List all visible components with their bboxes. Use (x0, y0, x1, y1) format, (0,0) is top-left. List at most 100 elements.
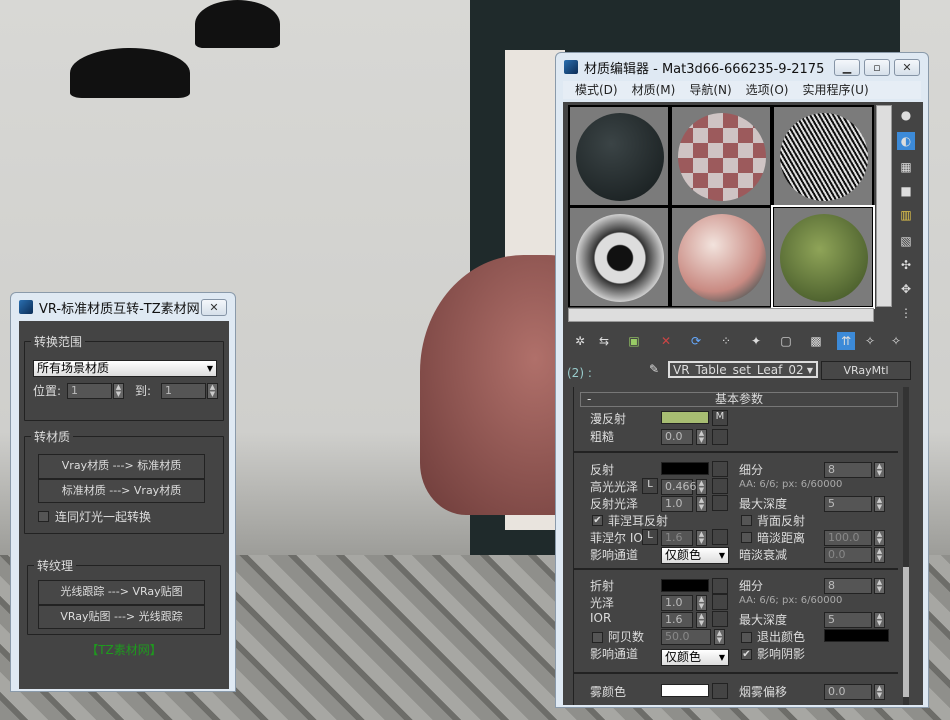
refl-affect-select[interactable]: 仅颜色 (661, 547, 729, 564)
refract-gloss-spinner[interactable]: ▲ ▼ (696, 595, 707, 611)
make-preview-icon[interactable]: ▧ (897, 232, 915, 250)
menu-navigation[interactable]: 导航(N) (689, 81, 731, 99)
options-icon[interactable]: ✣ (897, 256, 915, 274)
abbe-spinner[interactable]: ▲ ▼ (714, 629, 725, 645)
refract-map-button[interactable] (712, 578, 728, 594)
dim-distance-spinner[interactable]: ▲ ▼ (874, 530, 885, 546)
editor-titlebar[interactable]: 材质编辑器 - Mat3d66-666235-9-2175 ▁ ▫ ✕ (556, 53, 928, 81)
basic-params-rollout-header[interactable]: - 基本参数 (580, 392, 898, 407)
minimize-button[interactable]: ▁ (834, 58, 860, 76)
refract-subdiv-spinner[interactable]: ▲ ▼ (874, 578, 885, 594)
material-id-icon[interactable]: ▢ (777, 332, 795, 350)
abbe-input[interactable]: 50.0 (661, 629, 711, 645)
reflect-subdiv-input[interactable]: 8 (824, 462, 872, 478)
fresnel-checkbox[interactable]: ✔ (592, 515, 603, 526)
refract-gloss-map-button[interactable] (712, 594, 728, 610)
fog-bias-input[interactable]: 0.0 (824, 684, 872, 700)
sample-type-icon[interactable]: ● (897, 106, 915, 124)
fresnel-ior-lock[interactable]: L (642, 529, 658, 545)
hilight-lock-button[interactable]: L (642, 478, 658, 494)
hilight-gloss-spinner[interactable]: ▲ ▼ (696, 479, 707, 495)
position-input[interactable]: 1 (67, 383, 112, 399)
show-map-icon[interactable]: ▩ (807, 332, 825, 350)
diffuse-map-button[interactable]: M (712, 410, 728, 426)
eyedropper-icon[interactable]: ✎ (645, 360, 663, 378)
refl-gloss-input[interactable]: 1.0 (661, 496, 693, 512)
refl-gloss-spinner[interactable]: ▲ ▼ (696, 496, 707, 512)
slots-hscrollbar[interactable] (568, 308, 874, 322)
go-forward-icon[interactable]: ✧ (887, 332, 905, 350)
sample-slot[interactable] (569, 207, 669, 307)
standard-to-vray-button[interactable]: 标准材质 ---> Vray材质 (38, 479, 205, 503)
hilight-map-button[interactable] (712, 478, 728, 494)
affect-shadows-checkbox[interactable]: ✔ (741, 649, 752, 660)
fresnel-ior-spinner[interactable]: ▲ ▼ (696, 530, 707, 546)
background-icon[interactable]: ▦ (897, 158, 915, 176)
menu-material[interactable]: 材质(M) (632, 81, 676, 99)
to-spinner[interactable]: ▲ ▼ (207, 383, 218, 399)
refl-maxdepth-input[interactable]: 5 (824, 496, 872, 512)
menu-utilities[interactable]: 实用程序(U) (802, 81, 868, 99)
maximize-button[interactable]: ▫ (864, 58, 890, 76)
abbe-checkbox[interactable] (592, 632, 603, 643)
reflect-color-swatch[interactable] (661, 462, 709, 475)
put-to-library-icon[interactable]: ✦ (747, 332, 765, 350)
menu-options[interactable]: 选项(O) (746, 81, 789, 99)
fog-color-swatch[interactable] (661, 684, 709, 697)
roughness-spinner[interactable]: ▲ ▼ (696, 429, 707, 445)
raytrace-to-vray-button[interactable]: 光线跟踪 ---> VRay贴图 (38, 580, 205, 605)
exit-color-checkbox[interactable] (741, 632, 752, 643)
refract-subdiv-input[interactable]: 8 (824, 578, 872, 594)
fog-map-button[interactable] (712, 683, 728, 699)
reflect-subdiv-spinner[interactable]: ▲ ▼ (874, 462, 885, 478)
roughness-input[interactable]: 0.0 (661, 429, 693, 445)
material-type-button[interactable]: VRayMtl (821, 361, 911, 380)
refract-gloss-input[interactable]: 1.0 (661, 595, 693, 611)
uv-tiling-icon[interactable]: ■ (897, 182, 915, 200)
material-navigator-icon[interactable]: ⋮ (897, 304, 915, 322)
range-select[interactable]: 所有场景材质 (33, 360, 217, 377)
refl-gloss-map-button[interactable] (712, 495, 728, 511)
converter-titlebar[interactable]: VR-标准材质互转-TZ素材网 ✕ (11, 293, 235, 321)
show-end-result-icon[interactable]: ⇈ (837, 332, 855, 350)
dim-distance-checkbox[interactable] (741, 532, 752, 543)
material-name-field[interactable]: VR_Table_set_Leaf_02 (668, 361, 818, 378)
refl-maxdepth-spinner[interactable]: ▲ ▼ (874, 496, 885, 512)
make-copy-icon[interactable]: ⟳ (687, 332, 705, 350)
fresnel-ior-map-button[interactable] (712, 529, 728, 545)
sample-slot[interactable] (773, 106, 873, 206)
get-material-icon[interactable]: ✲ (571, 332, 589, 350)
hilight-gloss-input[interactable]: 0.466 (661, 479, 697, 495)
fresnel-ior-input[interactable]: 1.6 (661, 530, 693, 546)
video-color-icon[interactable]: ▥ (897, 206, 915, 224)
sample-slot[interactable] (771, 205, 875, 309)
dim-falloff-spinner[interactable]: ▲ ▼ (874, 547, 885, 563)
dim-falloff-input[interactable]: 0.0 (824, 547, 872, 563)
ior-map-button[interactable] (712, 611, 728, 627)
sample-slot[interactable] (671, 106, 771, 206)
close-button[interactable]: ✕ (894, 58, 920, 76)
select-by-material-icon[interactable]: ✥ (897, 280, 915, 298)
ior-input[interactable]: 1.6 (661, 612, 693, 628)
vray-to-standard-button[interactable]: Vray材质 ---> 标准材质 (38, 454, 205, 479)
vray-to-raytrace-button[interactable]: VRay贴图 ---> 光线跟踪 (38, 605, 205, 629)
roughness-map-button[interactable] (712, 429, 728, 445)
put-to-scene-icon[interactable]: ⇆ (595, 332, 613, 350)
fog-bias-spinner[interactable]: ▲ ▼ (874, 684, 885, 700)
ior-spinner[interactable]: ▲ ▼ (696, 612, 707, 628)
menu-mode[interactable]: 模式(D) (575, 81, 618, 99)
dim-distance-input[interactable]: 100.0 (824, 530, 872, 546)
with-lights-checkbox[interactable] (38, 511, 49, 522)
sample-slot[interactable] (671, 207, 771, 307)
diffuse-color-swatch[interactable] (661, 411, 709, 424)
params-scrollbar[interactable] (903, 387, 909, 705)
backside-checkbox[interactable] (741, 515, 752, 526)
close-button[interactable]: ✕ (201, 298, 227, 316)
refract-maxdepth-spinner[interactable]: ▲ ▼ (874, 612, 885, 628)
to-input[interactable]: 1 (161, 383, 206, 399)
reset-material-icon[interactable]: ✕ (657, 332, 675, 350)
refract-color-swatch[interactable] (661, 579, 709, 592)
assign-to-selection-icon[interactable]: ▣ (625, 332, 643, 350)
go-to-parent-icon[interactable]: ✧ (861, 332, 879, 350)
sample-slot[interactable] (569, 106, 669, 206)
